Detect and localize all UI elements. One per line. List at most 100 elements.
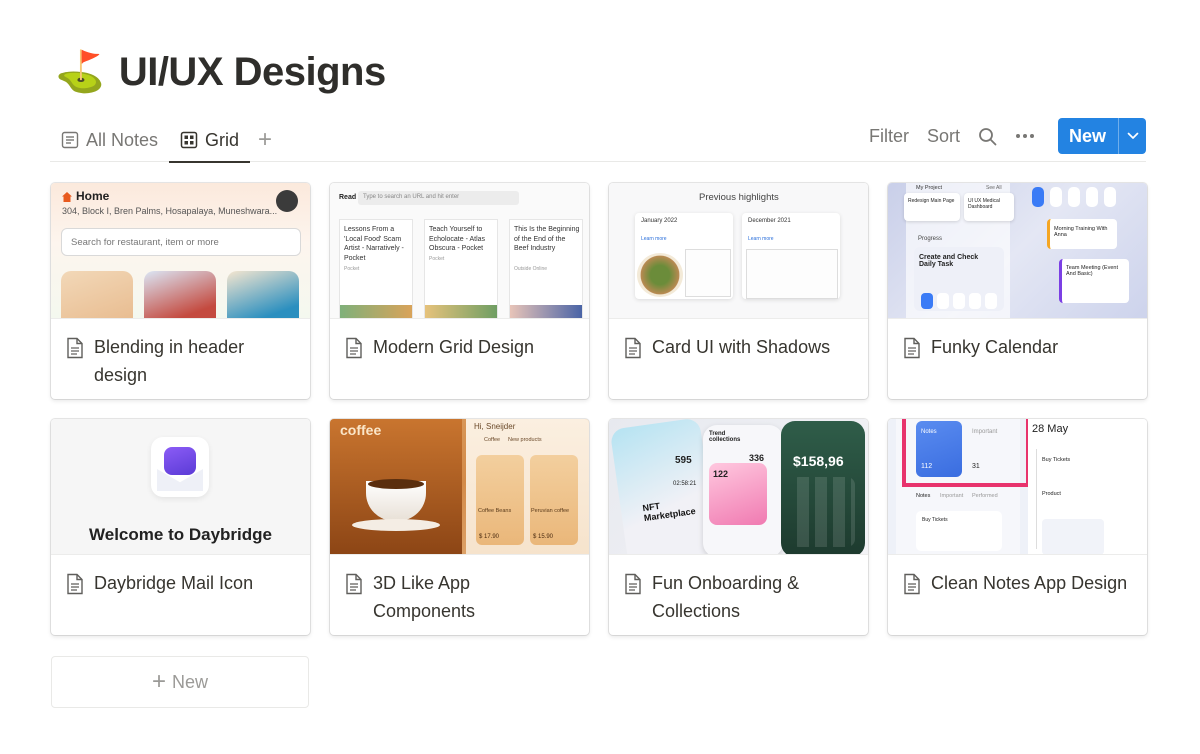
card-title: Fun Onboarding & Collections bbox=[652, 573, 800, 621]
card-title: Funky Calendar bbox=[931, 337, 1059, 357]
gallery-grid: Home 304, Block I, Bren Palms, Hosapalay… bbox=[51, 183, 1147, 635]
calendar-day-header bbox=[1068, 187, 1080, 207]
card-cover-image: Read Type to search an URL and hit enter… bbox=[330, 183, 589, 319]
day-pill bbox=[969, 293, 981, 309]
search-button[interactable] bbox=[969, 118, 1006, 154]
article-thumbnail bbox=[340, 305, 412, 318]
timeline-line bbox=[1036, 449, 1037, 549]
card-cover-image: Welcome to Daybridge bbox=[51, 419, 310, 555]
article-source: Pocket bbox=[429, 256, 445, 262]
page-title[interactable]: UI/UX Designs bbox=[119, 50, 386, 95]
daybridge-logo bbox=[151, 437, 209, 497]
card-cover-image: Notes 112 Important 31 Notes Important P… bbox=[888, 419, 1147, 555]
document-icon bbox=[625, 337, 641, 359]
document-icon bbox=[625, 573, 641, 595]
cover-greeting: Hi, Sneijder bbox=[474, 422, 516, 431]
task-title: Redesign Main Page bbox=[908, 198, 955, 204]
gallery-card[interactable]: Welcome to Daybridge Daybridge Mail Icon bbox=[51, 419, 310, 635]
card-cover-image: NFT Marketplace 595 Trend collections 02… bbox=[609, 419, 868, 555]
coffee-surface bbox=[368, 479, 424, 489]
card-body: Fun Onboarding & Collections bbox=[609, 555, 868, 625]
phone-screen bbox=[609, 419, 719, 554]
add-view-button[interactable]: + bbox=[250, 118, 280, 162]
highlight-date: December 2021 bbox=[748, 218, 791, 224]
sort-button[interactable]: Sort bbox=[918, 118, 969, 154]
day-pill bbox=[921, 293, 933, 309]
document-icon bbox=[67, 573, 83, 595]
filter-button[interactable]: Filter bbox=[860, 118, 918, 154]
timeline-item: Product bbox=[1042, 491, 1061, 497]
highlight-date: January 2022 bbox=[641, 218, 678, 224]
gallery-card[interactable]: coffee Hi, Sneijder Coffee New products … bbox=[330, 419, 589, 635]
card-body: Clean Notes App Design bbox=[888, 555, 1147, 597]
plus-icon: + bbox=[258, 126, 273, 153]
grid-icon bbox=[180, 131, 198, 149]
article-thumbnail bbox=[510, 305, 582, 318]
gallery-card[interactable]: Previous highlights January 2022 Decembe… bbox=[609, 183, 868, 399]
task-title: UI UX Medical Dashboard bbox=[968, 198, 1000, 210]
checklist-box bbox=[1042, 519, 1104, 554]
article-thumbnail bbox=[425, 305, 497, 318]
food-tile bbox=[61, 271, 133, 318]
timeline-item: Buy Tickets bbox=[1042, 457, 1071, 463]
cover-progress-label: Progress bbox=[918, 236, 943, 242]
document-icon bbox=[346, 573, 362, 595]
new-dropdown-button[interactable] bbox=[1118, 118, 1146, 154]
cover-chip: New products bbox=[508, 437, 542, 443]
article-title: Teach Yourself to Echolocate - Atlas Obs… bbox=[429, 226, 486, 252]
notes-tab: Important bbox=[940, 493, 964, 499]
cover-search-placeholder: Search for restaurant, item or more bbox=[71, 237, 219, 248]
card-cover-image: Home 304, Block I, Bren Palms, Hosapalay… bbox=[51, 183, 310, 319]
notes-tab: Performed bbox=[972, 493, 998, 499]
cover-url-placeholder: Type to search an URL and hit enter bbox=[363, 194, 460, 200]
gallery-card[interactable]: Home 304, Block I, Bren Palms, Hosapalay… bbox=[51, 183, 310, 399]
card-cover-image: Previous highlights January 2022 Decembe… bbox=[609, 183, 868, 319]
important-tile-label: Important bbox=[972, 429, 998, 435]
cover-read-label: Read bbox=[339, 194, 357, 201]
cover-project-label: My Project bbox=[916, 185, 942, 191]
view-bar: All Notes Grid + Filter Sort New bbox=[50, 118, 1146, 163]
cover-see-all: See All bbox=[986, 185, 1002, 191]
add-new-label: New bbox=[172, 671, 209, 692]
add-new-card-button[interactable]: + New bbox=[51, 656, 309, 708]
search-icon bbox=[979, 127, 997, 145]
notes-tile-count: 112 bbox=[921, 463, 933, 470]
more-options-button[interactable] bbox=[1006, 118, 1044, 154]
card-title: Card UI with Shadows bbox=[652, 337, 831, 357]
avatar bbox=[276, 190, 298, 212]
important-tile-count: 31 bbox=[972, 463, 980, 470]
product-name: Coffee Beans bbox=[478, 508, 512, 514]
highlight-link: Learn more bbox=[748, 236, 774, 242]
calendar-day-header bbox=[1086, 187, 1098, 207]
card-title: 3D Like App Components bbox=[373, 573, 476, 621]
tab-grid[interactable]: Grid bbox=[169, 118, 251, 163]
gallery-card[interactable]: Notes 112 Important 31 Notes Important P… bbox=[888, 419, 1147, 635]
product-card bbox=[476, 455, 524, 545]
tab-all-notes[interactable]: All Notes bbox=[50, 118, 169, 162]
gallery-card[interactable]: NFT Marketplace 595 Trend collections 02… bbox=[609, 419, 868, 635]
page-emoji[interactable]: ⛳ bbox=[55, 52, 105, 92]
food-tile bbox=[144, 271, 216, 318]
card-body: Funky Calendar bbox=[888, 319, 1147, 361]
card-cover-image: My Project See All Redesign Main Page UI… bbox=[888, 183, 1147, 319]
meeting-title: Team Meeting (Event And Basic) bbox=[1066, 265, 1118, 277]
meeting-title: Morning Training With Anna bbox=[1054, 226, 1108, 238]
cover-number: 595 bbox=[675, 455, 692, 466]
card-body: Daybridge Mail Icon bbox=[51, 555, 310, 597]
new-button-group: New bbox=[1057, 118, 1146, 154]
toolbar: Filter Sort New bbox=[860, 118, 1146, 154]
cover-trend-title: Trend collections bbox=[709, 431, 741, 443]
document-icon bbox=[67, 337, 83, 359]
card-title: Daybridge Mail Icon bbox=[94, 573, 254, 593]
product-name: Peruvian coffee bbox=[531, 508, 570, 514]
plus-icon: + bbox=[151, 668, 166, 695]
article-source: Pocket bbox=[344, 266, 360, 272]
card-title: Modern Grid Design bbox=[373, 337, 535, 357]
calendar-day-header bbox=[1032, 187, 1044, 207]
article-source: Outside Online bbox=[514, 266, 548, 272]
calendar-day-header bbox=[1050, 187, 1062, 207]
card-title: Blending in header design bbox=[94, 337, 245, 385]
new-button[interactable]: New bbox=[1058, 118, 1118, 154]
gallery-card[interactable]: My Project See All Redesign Main Page UI… bbox=[888, 183, 1147, 399]
gallery-card[interactable]: Read Type to search an URL and hit enter… bbox=[330, 183, 589, 399]
